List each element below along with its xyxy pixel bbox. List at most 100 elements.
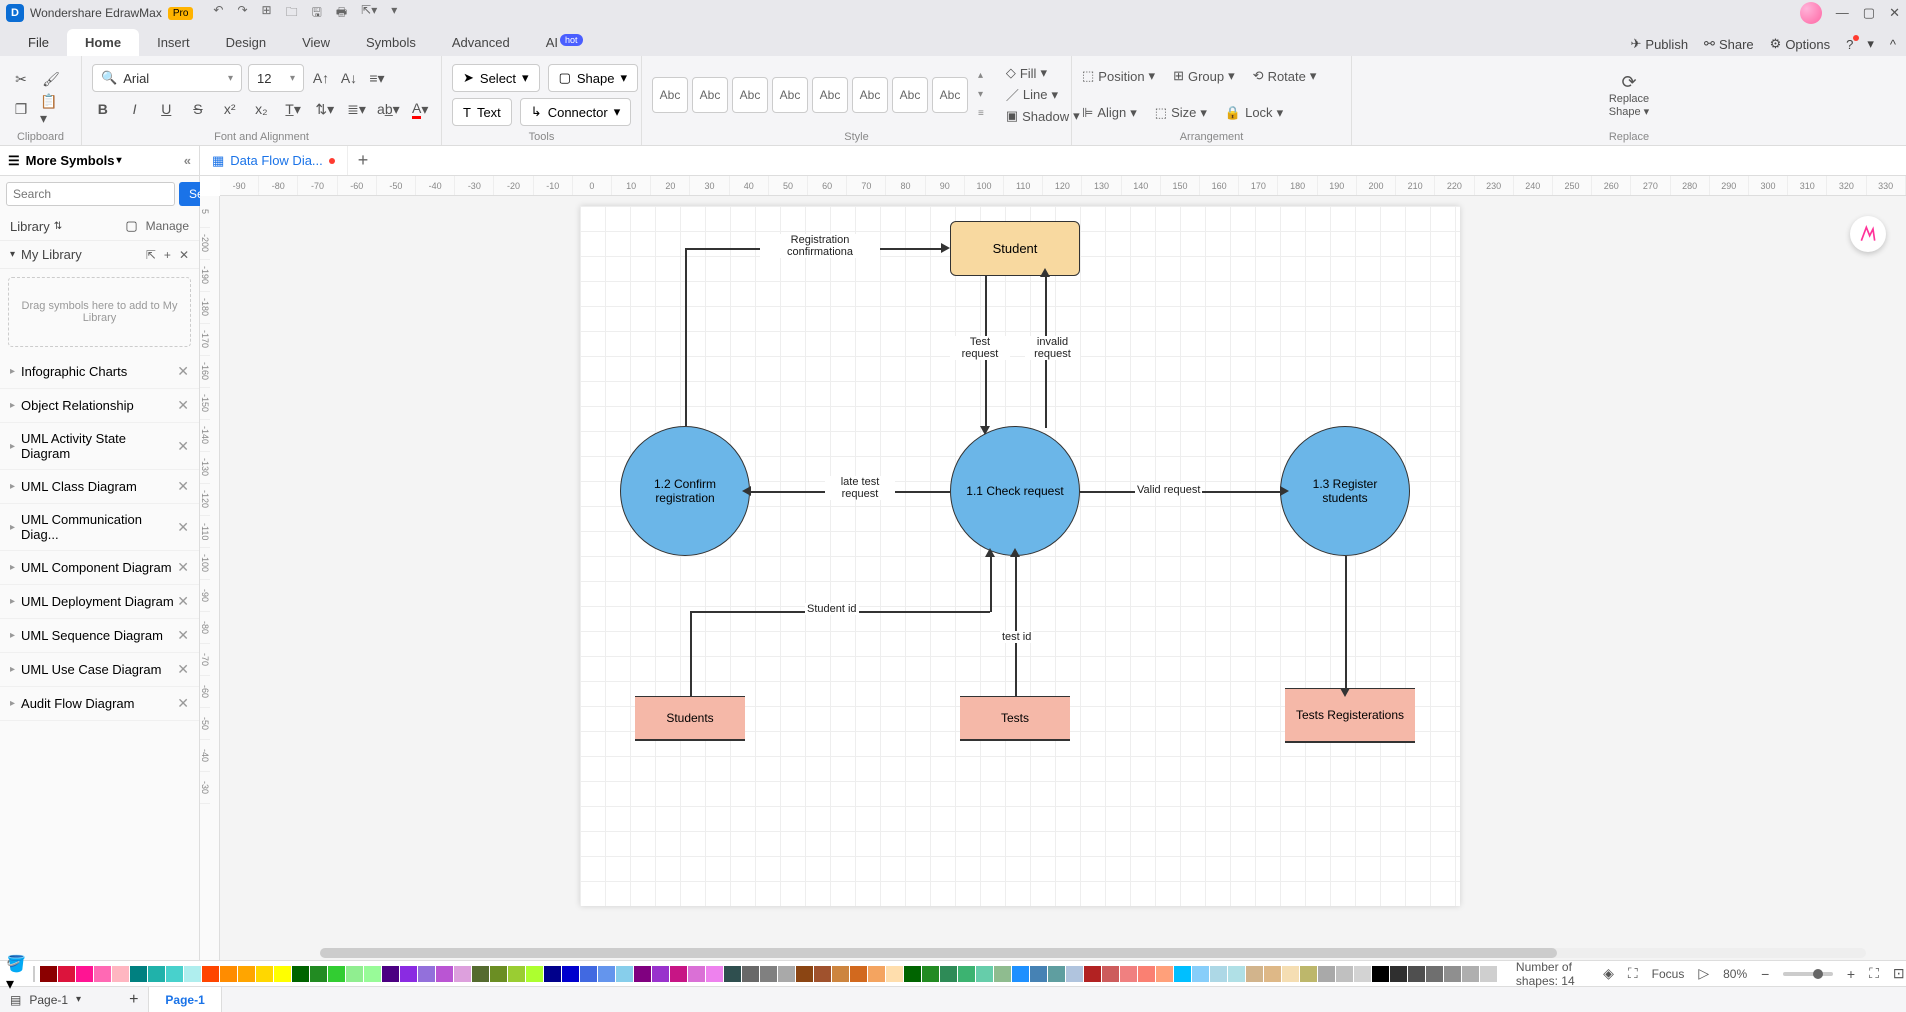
align-button[interactable]: ⊫Align▾ xyxy=(1082,105,1137,121)
my-library-header[interactable]: ▾ My Library ⇱ + ✕ xyxy=(0,241,199,269)
color-swatch[interactable] xyxy=(724,966,741,982)
style-preset[interactable]: Abc xyxy=(772,77,808,113)
superscript-icon[interactable]: x² xyxy=(219,98,241,120)
library-category[interactable]: ▸UML Deployment Diagram✕ xyxy=(0,585,199,619)
collapse-ribbon-icon[interactable]: ^ xyxy=(1890,37,1896,52)
zoom-out-icon[interactable]: − xyxy=(1761,966,1769,982)
color-swatch[interactable] xyxy=(94,966,111,982)
connector[interactable] xyxy=(1345,556,1347,688)
manage-label[interactable]: Manage xyxy=(146,219,189,233)
import-lib-icon[interactable]: ⇱ xyxy=(146,248,156,262)
color-swatch[interactable] xyxy=(994,966,1011,982)
color-swatch[interactable] xyxy=(1156,966,1173,982)
print-icon[interactable]: 🖶 xyxy=(336,3,347,24)
color-swatch[interactable] xyxy=(1048,966,1065,982)
paste-icon[interactable]: 📋▾ xyxy=(40,99,62,121)
undo-icon[interactable]: ↶ xyxy=(213,3,223,24)
redo-icon[interactable]: ↷ xyxy=(237,3,247,24)
fullscreen-icon[interactable]: ⊡ xyxy=(1893,965,1905,982)
color-swatch[interactable] xyxy=(652,966,669,982)
color-swatch[interactable] xyxy=(1066,966,1083,982)
library-category[interactable]: ▸UML Sequence Diagram✕ xyxy=(0,619,199,653)
color-swatch[interactable] xyxy=(706,966,723,982)
color-swatch[interactable] xyxy=(40,966,57,982)
color-swatch[interactable] xyxy=(292,966,309,982)
user-avatar[interactable] xyxy=(1800,2,1822,24)
fill-button[interactable]: ◇Fill▾ xyxy=(1006,65,1080,81)
datastore-testsreg[interactable]: Tests Registerations xyxy=(1285,688,1415,743)
menu-advanced[interactable]: Advanced xyxy=(434,29,528,56)
my-library-dropzone[interactable]: Drag symbols here to add to My Library xyxy=(8,277,191,347)
zoom-slider[interactable] xyxy=(1783,972,1833,976)
color-swatch[interactable] xyxy=(616,966,633,982)
color-swatch[interactable] xyxy=(1426,966,1443,982)
color-swatch[interactable] xyxy=(598,966,615,982)
drawing-page[interactable]: Student 1.2 Confirm registration 1.1 Che… xyxy=(580,206,1460,906)
color-swatch[interactable] xyxy=(1012,966,1029,982)
color-swatch[interactable] xyxy=(832,966,849,982)
color-swatch[interactable] xyxy=(958,966,975,982)
font-size-select[interactable]: 12▾ xyxy=(248,64,304,92)
library-category[interactable]: ▸UML Component Diagram✕ xyxy=(0,551,199,585)
shadow-button[interactable]: ▣Shadow▾ xyxy=(1006,108,1080,124)
menu-ai[interactable]: AIhot xyxy=(528,29,601,56)
color-swatch[interactable] xyxy=(688,966,705,982)
connector[interactable] xyxy=(690,611,692,696)
color-swatch[interactable] xyxy=(166,966,183,982)
symbol-search-input[interactable] xyxy=(6,182,175,206)
color-swatch[interactable] xyxy=(238,966,255,982)
new-icon[interactable]: ⊞ xyxy=(262,3,272,24)
add-page-button[interactable]: + xyxy=(129,991,138,1009)
size-button[interactable]: ⬚Size▾ xyxy=(1155,105,1207,121)
close-category-icon[interactable]: ✕ xyxy=(177,363,189,380)
color-swatch[interactable] xyxy=(814,966,831,982)
datastore-tests[interactable]: Tests xyxy=(960,696,1070,741)
align-text-icon[interactable]: ≡▾ xyxy=(366,67,388,89)
connector-tool[interactable]: ↳Connector▾ xyxy=(520,98,631,126)
color-swatch[interactable] xyxy=(382,966,399,982)
add-lib-icon[interactable]: + xyxy=(164,248,171,262)
subscript-icon[interactable]: x₂ xyxy=(251,98,273,120)
color-swatch[interactable] xyxy=(112,966,129,982)
color-swatch[interactable] xyxy=(202,966,219,982)
close-lib-icon[interactable]: ✕ xyxy=(179,248,189,262)
color-swatch[interactable] xyxy=(454,966,471,982)
style-preset[interactable]: Abc xyxy=(812,77,848,113)
zoom-in-icon[interactable]: + xyxy=(1847,966,1855,982)
horizontal-scrollbar[interactable] xyxy=(320,948,1866,958)
color-swatch[interactable] xyxy=(580,966,597,982)
color-swatch[interactable] xyxy=(400,966,417,982)
connector[interactable] xyxy=(990,556,992,612)
color-swatch[interactable] xyxy=(670,966,687,982)
cut-icon[interactable]: ✂ xyxy=(10,69,32,91)
color-swatch[interactable] xyxy=(1318,966,1335,982)
color-swatch[interactable] xyxy=(1228,966,1245,982)
minimize-icon[interactable]: — xyxy=(1836,5,1849,21)
format-painter-icon[interactable]: 🖌 xyxy=(40,69,62,91)
process-13[interactable]: 1.3 Register students xyxy=(1280,426,1410,556)
manage-icon[interactable]: ▢ xyxy=(125,218,137,234)
color-swatch[interactable] xyxy=(310,966,327,982)
library-header[interactable]: Library⇅ ▢ Manage xyxy=(0,212,199,241)
menu-file[interactable]: File xyxy=(10,29,67,56)
color-swatch[interactable] xyxy=(220,966,237,982)
publish-button[interactable]: ✈Publish xyxy=(1631,36,1689,52)
close-category-icon[interactable]: ✕ xyxy=(177,519,189,536)
color-swatch[interactable] xyxy=(418,966,435,982)
text-case-icon[interactable]: T̲▾ xyxy=(282,98,304,120)
focus-icon[interactable]: ⛶ xyxy=(1628,965,1638,982)
layers-icon[interactable]: ◈ xyxy=(1603,965,1614,982)
color-swatch[interactable] xyxy=(1300,966,1317,982)
style-more-icon[interactable]: ≡ xyxy=(978,108,984,119)
color-swatch[interactable] xyxy=(1174,966,1191,982)
menu-insert[interactable]: Insert xyxy=(139,29,208,56)
color-swatch[interactable] xyxy=(1372,966,1389,982)
library-category[interactable]: ▸UML Communication Diag...✕ xyxy=(0,504,199,551)
color-swatch[interactable] xyxy=(634,966,651,982)
color-swatch[interactable] xyxy=(148,966,165,982)
color-swatch[interactable] xyxy=(472,966,489,982)
color-swatch[interactable] xyxy=(1462,966,1479,982)
strike-icon[interactable]: S xyxy=(187,98,209,120)
style-preset[interactable]: Abc xyxy=(692,77,728,113)
datastore-students[interactable]: Students xyxy=(635,696,745,741)
